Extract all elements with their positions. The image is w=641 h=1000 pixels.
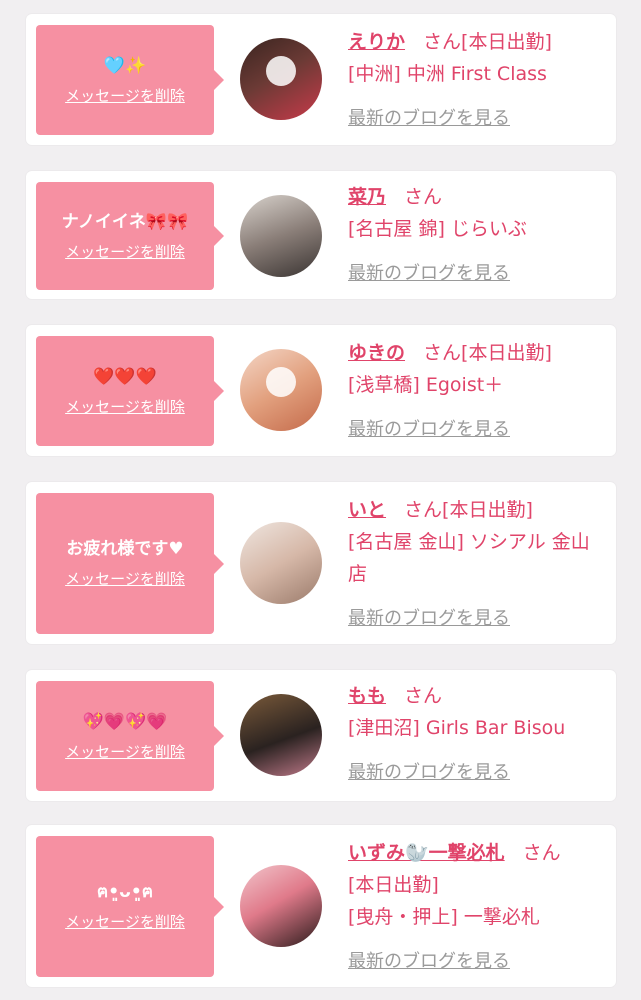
shop-name: [名古屋 錦] じらいぶ xyxy=(348,218,527,240)
message-bubble: 🩵✨ メッセージを削除 xyxy=(36,25,224,135)
honorific: さん xyxy=(404,499,443,521)
working-today-badge: [本日出勤] xyxy=(461,31,552,53)
delete-message-link[interactable]: メッセージを削除 xyxy=(65,568,185,589)
latest-blog-link[interactable]: 最新のブログを見る xyxy=(348,103,510,135)
list-item: ฅ•͈ᴗ•͈ฅ メッセージを削除 いずみ🦭一撃必札 さん [本日出勤] [曳舟・押… xyxy=(26,825,616,987)
avatar[interactable] xyxy=(240,865,322,947)
working-today-badge: [本日出勤] xyxy=(442,499,533,521)
honorific: さん xyxy=(522,842,561,864)
list-item: 🩵✨ メッセージを削除 えりか さん[本日出勤] [中洲] 中洲 First Cl… xyxy=(26,14,616,145)
girl-name-link[interactable]: ゆきの xyxy=(348,342,405,364)
working-today-badge: [本日出勤] xyxy=(461,342,552,364)
list-item: ❤️❤️❤️ メッセージを削除 ゆきの さん[本日出勤] [浅草橋] Egoist… xyxy=(26,325,616,456)
face-cover-icon xyxy=(266,55,296,86)
message-bubble: ナノイイネ🎀🎀 メッセージを削除 xyxy=(36,182,224,290)
message-text: ナノイイネ🎀🎀 xyxy=(61,211,189,232)
message-text: 💖💗💖💗 xyxy=(82,711,168,732)
girl-name-link[interactable]: 菜乃 xyxy=(348,186,386,208)
honorific: さん xyxy=(404,685,443,707)
message-list: 🩵✨ メッセージを削除 えりか さん[本日出勤] [中洲] 中洲 First Cl… xyxy=(0,0,641,1000)
message-text: ❤️❤️❤️ xyxy=(93,366,157,387)
avatar[interactable] xyxy=(240,522,322,604)
list-item: お疲れ様です♥ メッセージを削除 いと さん[本日出勤] [名古屋 金山] ソシア… xyxy=(26,482,616,644)
latest-blog-link[interactable]: 最新のブログを見る xyxy=(348,414,510,446)
girl-name-link[interactable]: もも xyxy=(348,685,386,707)
latest-blog-link[interactable]: 最新のブログを見る xyxy=(348,603,510,635)
girl-name-link[interactable]: えりか xyxy=(348,31,405,53)
shop-name: [曳舟・押上] 一撃必札 xyxy=(348,906,540,928)
list-item: 💖💗💖💗 メッセージを削除 もも さん [津田沼] Girls Bar Bisou… xyxy=(26,670,616,801)
avatar[interactable] xyxy=(240,349,322,431)
girl-name-link[interactable]: いと xyxy=(348,499,386,521)
working-today-badge: [本日出勤] xyxy=(348,874,439,896)
face-cover-icon xyxy=(266,366,296,397)
shop-name: [浅草橋] Egoist＋ xyxy=(348,374,504,396)
message-text: ฅ•͈ᴗ•͈ฅ xyxy=(96,882,154,902)
message-bubble: ❤️❤️❤️ メッセージを削除 xyxy=(36,336,224,446)
latest-blog-link[interactable]: 最新のブログを見る xyxy=(348,946,510,978)
delete-message-link[interactable]: メッセージを削除 xyxy=(65,396,185,417)
avatar[interactable] xyxy=(240,195,322,277)
message-text: 🩵✨ xyxy=(103,55,147,76)
honorific: さん xyxy=(423,31,462,53)
shop-name: [中洲] 中洲 First Class xyxy=(348,63,547,85)
shop-name: [津田沼] Girls Bar Bisou xyxy=(348,717,566,739)
avatar[interactable] xyxy=(240,694,322,776)
delete-message-link[interactable]: メッセージを削除 xyxy=(65,741,185,762)
girl-name-link[interactable]: いずみ🦭一撃必札 xyxy=(348,842,505,864)
message-bubble: ฅ•͈ᴗ•͈ฅ メッセージを削除 xyxy=(36,836,224,977)
message-text: お疲れ様です♥ xyxy=(66,539,184,559)
honorific: さん xyxy=(423,342,462,364)
list-item: ナノイイネ🎀🎀 メッセージを削除 菜乃 さん [名古屋 錦] じらいぶ 最新のブロ… xyxy=(26,171,616,299)
message-bubble: お疲れ様です♥ メッセージを削除 xyxy=(36,493,224,634)
delete-message-link[interactable]: メッセージを削除 xyxy=(65,911,185,932)
message-bubble: 💖💗💖💗 メッセージを削除 xyxy=(36,681,224,791)
delete-message-link[interactable]: メッセージを削除 xyxy=(65,85,185,106)
delete-message-link[interactable]: メッセージを削除 xyxy=(65,241,185,262)
latest-blog-link[interactable]: 最新のブログを見る xyxy=(348,757,510,789)
avatar[interactable] xyxy=(240,38,322,120)
honorific: さん xyxy=(404,186,443,208)
latest-blog-link[interactable]: 最新のブログを見る xyxy=(348,258,510,290)
shop-name: [名古屋 金山] ソシアル 金山店 xyxy=(348,531,590,585)
